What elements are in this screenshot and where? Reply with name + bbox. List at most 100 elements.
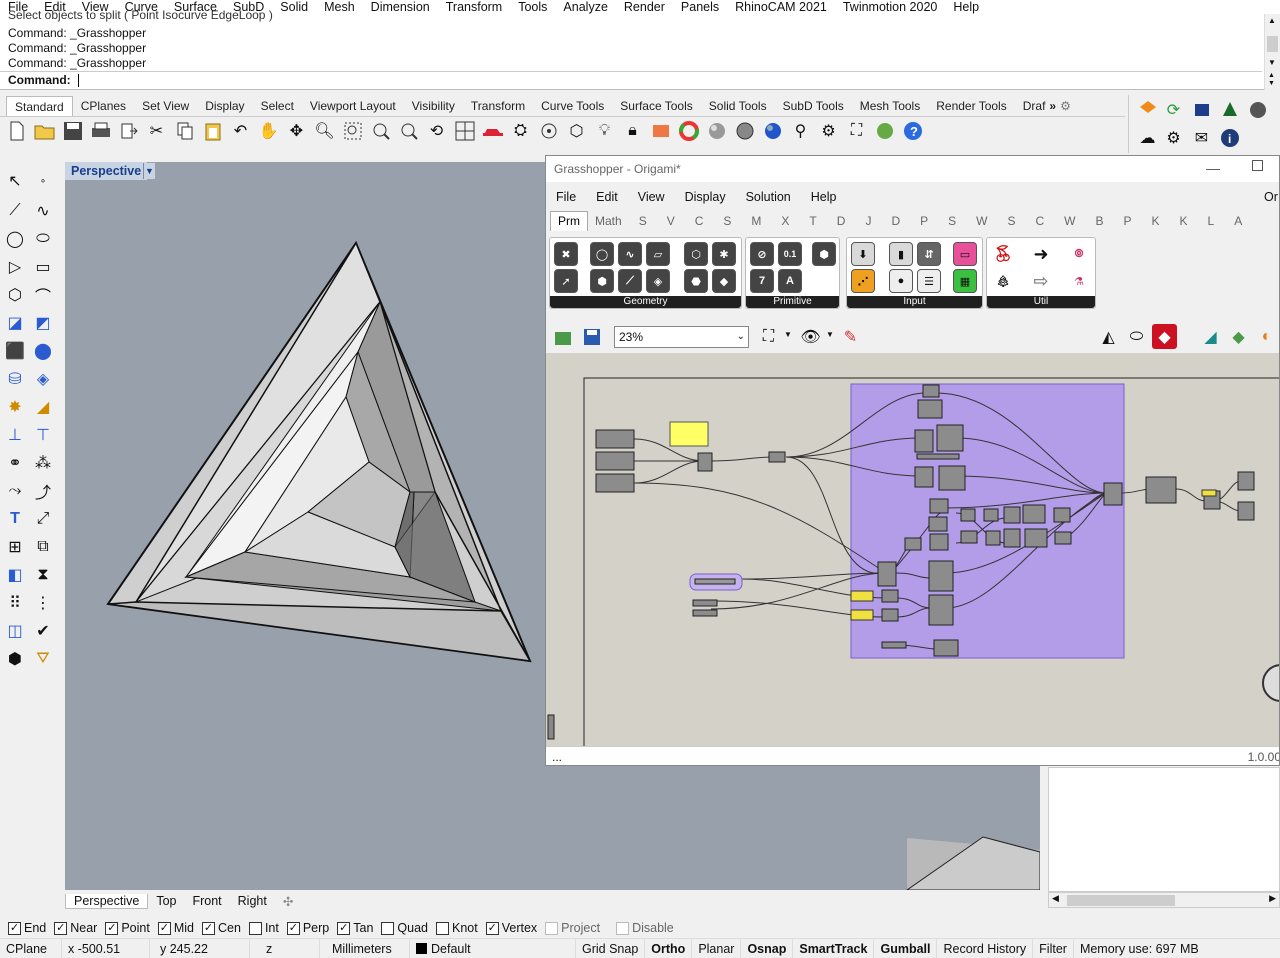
tab-cplanes[interactable]: CPlanes <box>73 96 134 116</box>
status-planar[interactable]: Planar <box>692 938 742 958</box>
filter-icon[interactable]: ⚲ <box>788 118 813 143</box>
undo-icon[interactable]: ↶ <box>228 118 253 143</box>
gh-tab[interactable]: D <box>881 214 910 228</box>
custom-preview-icon[interactable]: ◐ <box>1254 324 1279 349</box>
color-wheel-icon[interactable] <box>676 118 701 143</box>
command-history-scrollbar[interactable]: ▲ ▼ <box>1264 14 1280 71</box>
gh-menu-file[interactable]: File <box>546 186 586 208</box>
command-prompt[interactable]: Command: <box>0 71 1262 89</box>
gh-menu-display[interactable]: Display <box>675 186 736 208</box>
mesh-param-icon[interactable]: ✱ <box>712 242 736 266</box>
gh-tab[interactable]: V <box>657 214 685 228</box>
menu-help[interactable]: Help <box>945 0 987 14</box>
cloud-upload-icon[interactable]: ☁ <box>1135 125 1160 150</box>
point-icon[interactable]: ∘ <box>30 168 56 194</box>
zoom-extents-icon[interactable] <box>368 118 393 143</box>
gh-tab[interactable]: K <box>1142 214 1170 228</box>
copy-icon[interactable] <box>172 118 197 143</box>
fitness-icon[interactable]: ⦾ <box>1067 242 1091 266</box>
viewport-menu-dropdown-icon[interactable]: ▼ <box>143 163 155 179</box>
help-icon[interactable]: ? <box>900 118 925 143</box>
tab-perspective[interactable]: Perspective <box>65 893 149 909</box>
tab-drafting[interactable]: Draf <box>1015 96 1048 116</box>
plane-param-icon[interactable]: ◈ <box>646 269 670 293</box>
command-prompt-scroll[interactable]: ▲ ▼ <box>1264 71 1280 90</box>
cherry-icon[interactable]: 🍒︎ <box>991 242 1015 266</box>
ungroup-icon[interactable]: ⁂ <box>30 450 56 476</box>
gh-menu-overflow[interactable]: Or <box>1264 186 1278 208</box>
chevron-down-icon[interactable]: ▼ <box>826 330 834 339</box>
tree-icon[interactable] <box>1217 97 1242 122</box>
globe-icon[interactable] <box>872 118 897 143</box>
checkbox-icon[interactable]: ✓ <box>286 921 300 935</box>
grid-array-icon[interactable]: ⠿ <box>2 590 28 616</box>
menu-mesh[interactable]: Mesh <box>316 0 363 14</box>
gh-tab[interactable]: W <box>966 214 997 228</box>
osnap-quad[interactable]: Quad <box>381 921 428 935</box>
circle-icon[interactable]: ◯ <box>2 226 28 252</box>
gh-tab[interactable]: T <box>799 214 826 228</box>
domain-param-icon[interactable]: ⬢ <box>812 242 836 266</box>
tree-util-icon[interactable]: 🌲︎ <box>991 269 1015 293</box>
group-icon[interactable]: ⚭ <box>2 450 28 476</box>
properties-icon[interactable] <box>536 118 561 143</box>
sweep-icon[interactable]: ◫ <box>2 618 28 644</box>
gh-tab[interactable]: D <box>827 214 856 228</box>
curve-param-icon[interactable]: ∿ <box>618 242 642 266</box>
tab-top[interactable]: Top <box>148 894 184 908</box>
join-icon[interactable]: ⤴ <box>30 478 56 504</box>
tab-curve-tools[interactable]: Curve Tools <box>533 96 612 116</box>
gh-tab[interactable]: S <box>713 214 741 228</box>
open-folder-icon[interactable] <box>32 118 57 143</box>
render-mode-icon[interactable]: ⛭ <box>508 118 533 143</box>
fillet-icon[interactable]: ⌒ <box>30 282 56 308</box>
status-cplane[interactable]: CPlane <box>0 938 62 958</box>
gh-tab[interactable]: L <box>1198 214 1225 228</box>
twisted-box-param-icon[interactable]: ⬣ <box>684 269 708 293</box>
osnap-mid[interactable]: ✓ Mid <box>157 921 194 935</box>
tab-set-view[interactable]: Set View <box>134 96 197 116</box>
menu-twinmotion[interactable]: Twinmotion 2020 <box>835 0 946 14</box>
surface-icon[interactable]: ◪ <box>2 310 28 336</box>
status-record-history[interactable]: Record History <box>937 938 1034 958</box>
dimension-icon[interactable]: ⊥ <box>2 422 28 448</box>
mirror-icon[interactable]: ⧉ <box>30 534 56 560</box>
tab-mesh-tools[interactable]: Mesh Tools <box>852 96 928 116</box>
viewport-title[interactable]: Perspective <box>65 162 148 180</box>
polygon-icon[interactable]: ⬡ <box>2 282 28 308</box>
spin-down-icon[interactable]: ▼ <box>1268 80 1275 87</box>
pan-hand-icon[interactable]: ✋ <box>256 118 281 143</box>
rectangle-icon[interactable]: ▭ <box>30 254 56 280</box>
flask-icon[interactable]: ⚗ <box>1067 269 1091 293</box>
options-gear-icon[interactable]: ⚙ <box>816 118 841 143</box>
paste-icon[interactable] <box>200 118 225 143</box>
car-icon[interactable] <box>480 118 505 143</box>
cylinder-icon[interactable]: ⛁ <box>2 366 28 392</box>
rotate-view-icon[interactable]: ✥ <box>284 118 309 143</box>
new-file-icon[interactable] <box>4 118 29 143</box>
colour-swatch-icon[interactable]: ▭ <box>953 242 977 266</box>
gh-menu-edit[interactable]: Edit <box>586 186 628 208</box>
osnap-cen[interactable]: ✓ Cen <box>202 921 241 935</box>
text-icon[interactable]: T <box>2 506 28 532</box>
tab-render-tools[interactable]: Render Tools <box>928 96 1015 116</box>
checkbox-icon[interactable]: ✓ <box>105 921 119 935</box>
value-list-icon[interactable]: ☰ <box>917 269 941 293</box>
tab-solid-tools[interactable]: Solid Tools <box>701 96 775 116</box>
trim-icon[interactable]: ⊤ <box>30 422 56 448</box>
checkbox-icon[interactable] <box>436 921 449 935</box>
gh-tab[interactable]: A <box>1224 214 1252 228</box>
gh-tab[interactable]: J <box>855 214 881 228</box>
scroll-up-icon[interactable]: ▲ <box>1268 16 1276 25</box>
array-icon[interactable]: ⊞ <box>2 534 28 560</box>
undo-view-icon[interactable]: ⟲ <box>424 118 449 143</box>
gh-tab[interactable]: C <box>1025 214 1054 228</box>
zoom-window-icon[interactable] <box>340 118 365 143</box>
scroll-down-icon[interactable]: ▼ <box>1268 58 1276 67</box>
menu-solid[interactable]: Solid <box>272 0 316 14</box>
relay-arrow-icon[interactable]: ⇨ <box>1029 269 1053 293</box>
gear-icon[interactable]: ⚙ <box>1058 96 1073 116</box>
mesh-preview-icon[interactable]: ◢ <box>1198 324 1223 349</box>
tab-front[interactable]: Front <box>184 894 229 908</box>
brep-param-icon[interactable]: ⬢ <box>590 269 614 293</box>
